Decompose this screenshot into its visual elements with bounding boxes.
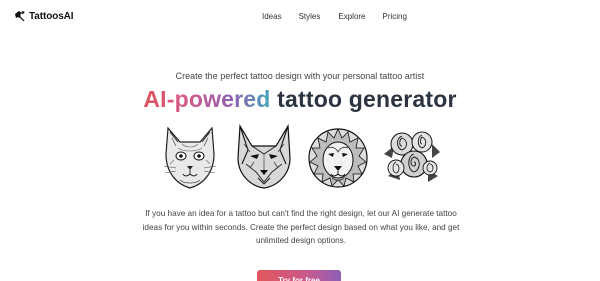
nav-item-pricing[interactable]: Pricing xyxy=(383,12,407,21)
wolf-tattoo-icon xyxy=(237,124,291,189)
lion-tattoo-icon xyxy=(308,128,368,188)
navbar: TattoosAI Ideas Styles Explore Pricing xyxy=(0,0,600,36)
tattoo-machine-icon xyxy=(15,11,25,22)
hero-tagline: Create the perfect tattoo design with yo… xyxy=(175,71,425,81)
tattoo-gallery xyxy=(158,124,448,194)
nav-item-styles[interactable]: Styles xyxy=(299,12,321,21)
cat-tattoo-icon xyxy=(163,126,217,189)
nav-item-explore[interactable]: Explore xyxy=(338,12,365,21)
roses-tattoo-icon xyxy=(384,131,440,182)
try-for-free-button[interactable]: Try for free xyxy=(257,270,341,281)
hero-description: If you have an idea for a tattoo but can… xyxy=(142,209,460,245)
hero-headline: AI-powered tattoo generator xyxy=(0,86,600,113)
brand-name: TattoosAI xyxy=(29,10,74,22)
brand-logo[interactable]: TattoosAI xyxy=(14,10,74,22)
main-nav: Ideas Styles Explore Pricing xyxy=(262,12,425,21)
headline-highlight: AI-powered xyxy=(143,86,271,112)
nav-item-ideas[interactable]: Ideas xyxy=(262,12,282,21)
headline-rest: tattoo generator xyxy=(277,86,457,112)
